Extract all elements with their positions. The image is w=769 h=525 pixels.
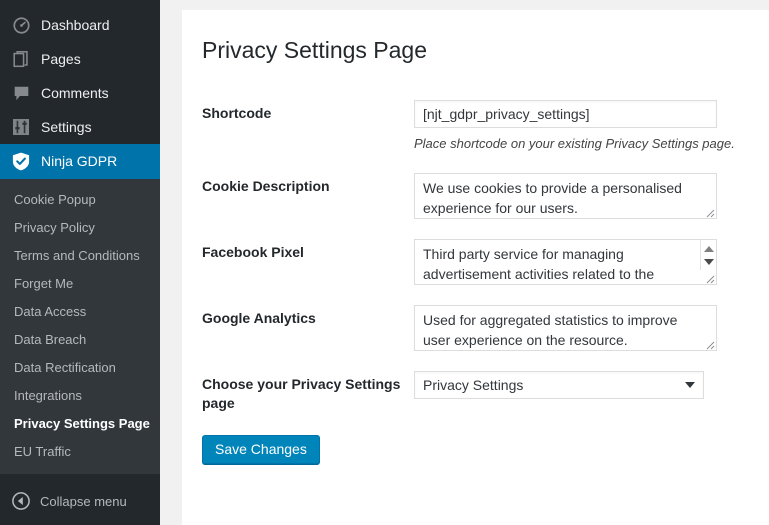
sidebar-item-settings[interactable]: Settings bbox=[0, 110, 160, 144]
label-privacy-page-select: Choose your Privacy Settings page bbox=[202, 376, 401, 411]
privacy-page-select-wrap: Privacy Settings bbox=[414, 371, 704, 400]
sidebar-item-ninja-gdpr[interactable]: Ninja GDPR bbox=[0, 144, 160, 178]
settings-form-table: Shortcode Place shortcode on your existi… bbox=[182, 90, 769, 427]
scroll-down-arrow-icon[interactable] bbox=[703, 258, 714, 265]
form-row-privacy-page-select: Choose your Privacy Settings page Privac… bbox=[182, 361, 769, 427]
admin-sidebar: Dashboard Pages Comments Settings Ninja … bbox=[0, 0, 160, 525]
facebook-pixel-scrollbar[interactable] bbox=[700, 240, 716, 271]
comments-icon bbox=[10, 83, 32, 103]
cookie-description-wrap: We use cookies to provide a personalised… bbox=[414, 173, 717, 220]
sidebar-subitem-data-access[interactable]: Data Access bbox=[0, 298, 160, 326]
sidebar-subitem-data-breach[interactable]: Data Breach bbox=[0, 326, 160, 354]
form-row-google-analytics: Google Analytics Used for aggregated sta… bbox=[182, 295, 769, 361]
label-shortcode: Shortcode bbox=[202, 104, 272, 121]
google-analytics-textarea[interactable]: Used for aggregated statistics to improv… bbox=[414, 305, 717, 352]
dashboard-icon bbox=[10, 15, 32, 35]
admin-screen: Dashboard Pages Comments Settings Ninja … bbox=[0, 0, 769, 525]
sidebar-item-label: Pages bbox=[41, 51, 81, 67]
sidebar-top-menu: Dashboard Pages Comments Settings Ninja … bbox=[0, 0, 160, 178]
google-analytics-wrap: Used for aggregated statistics to improv… bbox=[414, 305, 717, 352]
save-changes-button[interactable]: Save Changes bbox=[202, 434, 320, 464]
shield-check-icon bbox=[10, 151, 32, 171]
pages-icon bbox=[10, 49, 32, 69]
content-panel: Privacy Settings Page Shortcode Place sh… bbox=[182, 10, 769, 525]
sidebar-subitem-eu-traffic[interactable]: EU Traffic bbox=[0, 438, 160, 466]
sidebar-item-label: Ninja GDPR bbox=[41, 153, 118, 169]
shortcode-hint: Place shortcode on your existing Privacy… bbox=[414, 135, 735, 151]
sidebar-item-label: Comments bbox=[41, 85, 109, 101]
sidebar-subitem-integrations[interactable]: Integrations bbox=[0, 382, 160, 410]
sidebar-subitem-privacy-settings-page[interactable]: Privacy Settings Page bbox=[0, 410, 160, 438]
collapse-menu-label: Collapse menu bbox=[40, 493, 127, 509]
sidebar-item-dashboard[interactable]: Dashboard bbox=[0, 8, 160, 42]
sidebar-subitem-terms-and-conditions[interactable]: Terms and Conditions bbox=[0, 242, 160, 270]
sidebar-subitem-cookie-popup[interactable]: Cookie Popup bbox=[0, 186, 160, 214]
facebook-pixel-textarea[interactable]: Third party service for managing adverti… bbox=[414, 239, 717, 286]
label-google-analytics: Google Analytics bbox=[202, 310, 316, 327]
sidebar-item-label: Dashboard bbox=[41, 17, 110, 33]
sidebar-item-pages[interactable]: Pages bbox=[0, 42, 160, 76]
sidebar-subitem-privacy-policy[interactable]: Privacy Policy bbox=[0, 214, 160, 242]
form-row-facebook-pixel: Facebook Pixel Third party service for m… bbox=[182, 229, 769, 295]
shortcode-input[interactable] bbox=[414, 99, 717, 128]
sidebar-submenu-ninja-gdpr: Cookie Popup Privacy Policy Terms and Co… bbox=[0, 178, 160, 474]
settings-sliders-icon bbox=[10, 117, 32, 137]
facebook-pixel-wrap: Third party service for managing adverti… bbox=[414, 239, 717, 286]
privacy-page-select[interactable]: Privacy Settings bbox=[414, 371, 704, 400]
sidebar-item-label: Settings bbox=[41, 119, 92, 135]
collapse-arrow-icon bbox=[11, 491, 31, 511]
sidebar-subitem-forget-me[interactable]: Forget Me bbox=[0, 270, 160, 298]
submit-row: Save Changes bbox=[182, 427, 769, 464]
sidebar-subitem-data-rectification[interactable]: Data Rectification bbox=[0, 354, 160, 382]
scroll-up-arrow-icon[interactable] bbox=[703, 245, 714, 252]
form-row-shortcode: Shortcode Place shortcode on your existi… bbox=[182, 90, 769, 163]
page-title: Privacy Settings Page bbox=[202, 37, 428, 63]
collapse-menu-button[interactable]: Collapse menu bbox=[0, 491, 160, 511]
sidebar-item-comments[interactable]: Comments bbox=[0, 76, 160, 110]
cookie-description-textarea[interactable]: We use cookies to provide a personalised… bbox=[414, 173, 717, 220]
label-facebook-pixel: Facebook Pixel bbox=[202, 244, 304, 261]
label-cookie-description: Cookie Description bbox=[202, 178, 330, 195]
form-row-cookie-description: Cookie Description We use cookies to pro… bbox=[182, 163, 769, 229]
